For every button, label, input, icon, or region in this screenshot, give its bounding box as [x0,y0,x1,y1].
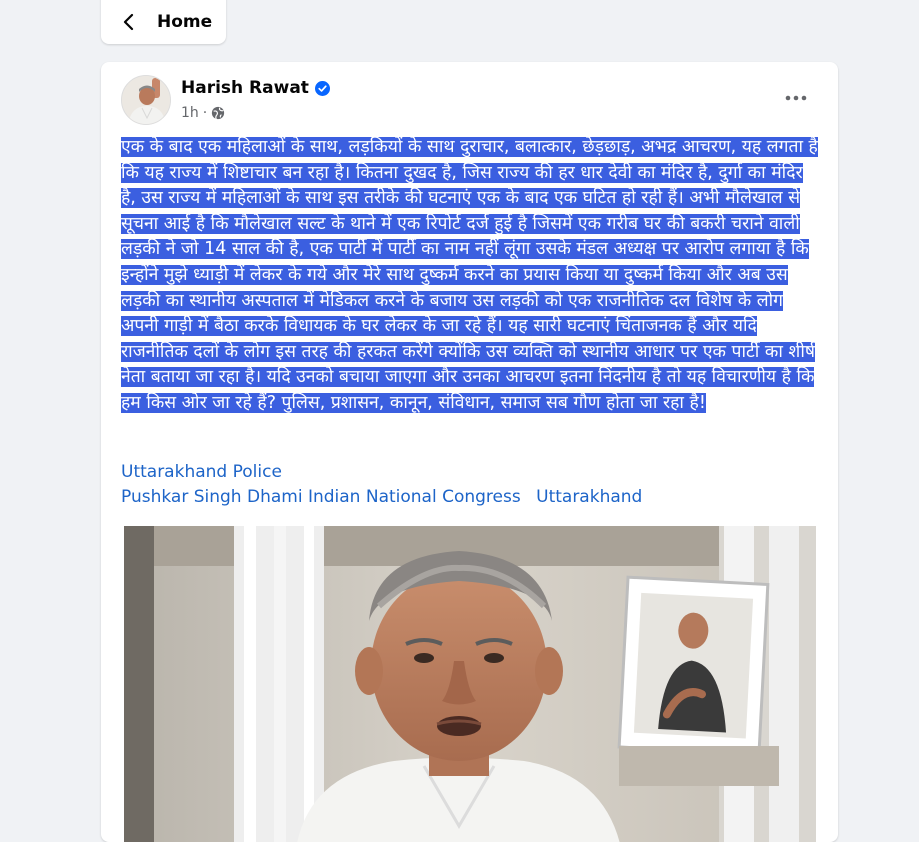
post-meta: 1h · [181,105,225,121]
chevron-left-icon [121,12,137,32]
post-message: एक के बाद एक महिलाओं के साथ, लड़कियों के… [121,135,821,417]
back-home-button[interactable]: Home [101,0,226,44]
tag-uttarakhand-police[interactable]: Uttarakhand Police [121,462,282,482]
tag-pushkar-singh-dhami[interactable]: Pushkar Singh Dhami [121,487,303,507]
more-options-button[interactable] [784,86,808,110]
post-photo[interactable] [124,526,816,842]
post-card: Harish Rawat 1h · एक के बाद एक महिलाओं क… [101,62,838,842]
avatar[interactable] [121,75,171,125]
home-label: Home [157,12,213,32]
tag-uttarakhand[interactable]: Uttarakhand [536,487,642,507]
tag-indian-national-congress[interactable]: Indian National Congress [308,487,521,507]
post-time[interactable]: 1h [181,105,199,121]
post-tags: Uttarakhand Police Pushkar Singh Dhami I… [121,460,642,510]
author-name-row: Harish Rawat [181,78,330,98]
post-message-text: एक के बाद एक महिलाओं के साथ, लड़कियों के… [121,137,818,413]
author-name[interactable]: Harish Rawat [181,78,309,98]
meta-separator: · [202,105,208,121]
post-photo-image [124,526,816,842]
tag-row-1: Uttarakhand Police [121,460,642,485]
tag-row-2: Pushkar Singh Dhami Indian National Cong… [121,485,642,510]
globe-icon [211,106,225,120]
verified-badge-icon [314,80,330,96]
